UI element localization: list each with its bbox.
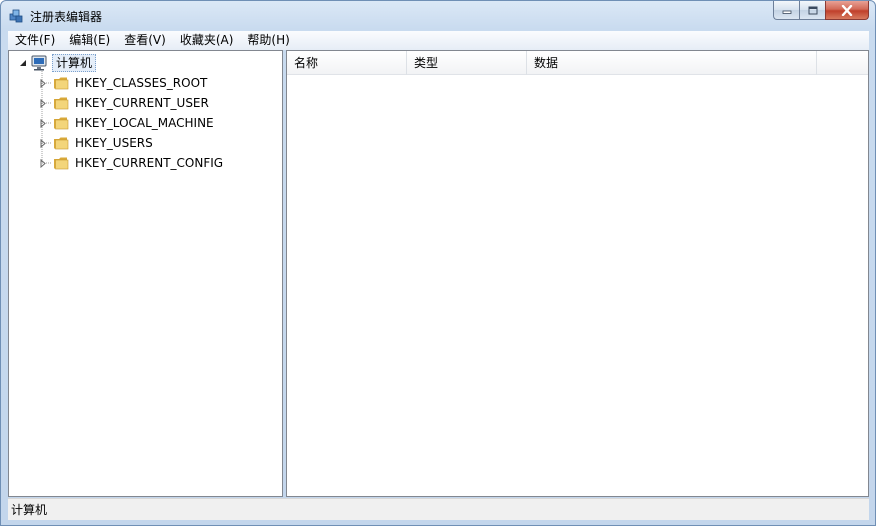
folder-icon bbox=[54, 117, 69, 130]
tree-item-label: HKEY_CURRENT_USER bbox=[75, 96, 209, 110]
folder-icon bbox=[54, 137, 69, 150]
expand-icon[interactable] bbox=[37, 137, 49, 149]
minimize-icon bbox=[782, 10, 791, 14]
tree-item-hkey-classes-root[interactable]: HKEY_CLASSES_ROOT bbox=[37, 73, 207, 93]
tree-pane[interactable]: 计算机 HKEY_CLASSES_ROOT HKEY_CURRENT_USER bbox=[8, 50, 283, 497]
maximize-button[interactable] bbox=[799, 1, 825, 20]
menu-edit[interactable]: 编辑(E) bbox=[62, 31, 117, 50]
column-header-type[interactable]: 类型 bbox=[407, 51, 527, 75]
column-header-data[interactable]: 数据 bbox=[527, 51, 817, 75]
menu-bar: 文件(F) 编辑(E) 查看(V) 收藏夹(A) 帮助(H) bbox=[8, 31, 869, 50]
expand-icon[interactable] bbox=[37, 117, 49, 129]
expand-icon[interactable] bbox=[37, 97, 49, 109]
collapse-icon[interactable] bbox=[17, 57, 29, 69]
tree-item-label: HKEY_USERS bbox=[75, 136, 153, 150]
expand-icon[interactable] bbox=[37, 77, 49, 89]
computer-icon bbox=[31, 55, 47, 71]
window-title: 注册表编辑器 bbox=[30, 10, 103, 24]
status-path: 计算机 bbox=[11, 503, 48, 517]
menu-file[interactable]: 文件(F) bbox=[8, 31, 62, 50]
column-header-row: 名称 类型 数据 bbox=[287, 51, 868, 75]
minimize-button[interactable] bbox=[773, 1, 799, 20]
folder-icon bbox=[54, 77, 69, 90]
column-header-name[interactable]: 名称 bbox=[287, 51, 407, 75]
tree-item-label: HKEY_LOCAL_MACHINE bbox=[75, 116, 214, 130]
registry-icon bbox=[9, 9, 23, 23]
status-bar: 计算机 bbox=[8, 498, 869, 520]
tree-item-computer[interactable]: 计算机 bbox=[17, 53, 97, 73]
registry-editor-window: 注册表编辑器 文件(F) 编辑(E) 查看(V) 收藏夹(A) 帮助(H) 计算… bbox=[0, 0, 876, 526]
close-button[interactable] bbox=[825, 1, 869, 20]
title-bar[interactable]: 注册表编辑器 bbox=[1, 1, 875, 31]
close-icon bbox=[841, 4, 853, 16]
tree-item-label: HKEY_CLASSES_ROOT bbox=[75, 76, 208, 90]
tree-item-label: HKEY_CURRENT_CONFIG bbox=[75, 156, 224, 170]
folder-icon bbox=[54, 97, 69, 110]
tree-item-hkey-current-config[interactable]: HKEY_CURRENT_CONFIG bbox=[37, 153, 223, 173]
caption-buttons bbox=[773, 1, 869, 21]
tree-item-hkey-current-user[interactable]: HKEY_CURRENT_USER bbox=[37, 93, 209, 113]
maximize-icon bbox=[808, 6, 817, 14]
menu-favorites[interactable]: 收藏夹(A) bbox=[173, 31, 241, 50]
values-pane[interactable]: 名称 类型 数据 bbox=[286, 50, 869, 497]
tree-item-hkey-local-machine[interactable]: HKEY_LOCAL_MACHINE bbox=[37, 113, 214, 133]
folder-icon bbox=[54, 157, 69, 170]
expand-icon[interactable] bbox=[37, 157, 49, 169]
tree-root-label: 计算机 bbox=[52, 54, 97, 72]
menu-view[interactable]: 查看(V) bbox=[117, 31, 173, 50]
menu-help[interactable]: 帮助(H) bbox=[240, 31, 296, 50]
tree-item-hkey-users[interactable]: HKEY_USERS bbox=[37, 133, 153, 153]
